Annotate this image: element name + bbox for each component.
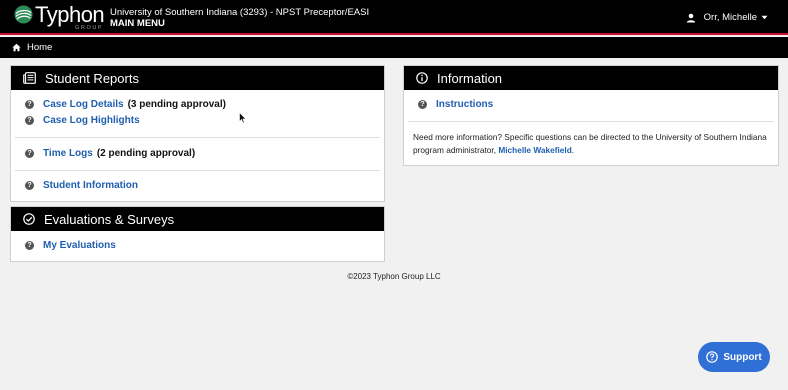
student-reports-header: Student Reports: [11, 66, 384, 90]
top-header: Typhon GROUP University of Southern Indi…: [0, 0, 788, 35]
home-link[interactable]: Home: [12, 42, 52, 53]
my-evaluations-link[interactable]: My Evaluations: [43, 240, 116, 251]
logo-subtext: GROUP: [75, 25, 104, 31]
list-item-time-logs: ? Time Logs (2 pending approval): [25, 148, 195, 159]
user-menu[interactable]: Orr, Michelle: [686, 12, 768, 23]
support-label: Support: [723, 351, 762, 363]
user-name: Orr, Michelle: [703, 12, 757, 23]
support-icon: [706, 351, 719, 363]
question-icon[interactable]: ?: [25, 241, 34, 250]
pending-approval-note: (2 pending approval): [96, 148, 196, 159]
question-icon[interactable]: ?: [25, 116, 34, 125]
home-icon: [12, 43, 21, 52]
divider: [15, 137, 380, 138]
breadcrumb: Home: [0, 37, 788, 58]
list-item-instructions: ? Instructions: [418, 99, 493, 110]
pending-approval-note: (3 pending approval): [127, 99, 226, 110]
logo-text: Typhon: [35, 2, 105, 27]
panel-title: Student Reports: [45, 70, 139, 86]
typhon-logo-icon: [14, 5, 33, 24]
information-header: Information: [404, 66, 778, 90]
divider: [408, 121, 774, 122]
panel-title: Information: [437, 70, 503, 86]
info-text: Need more information? Specific question…: [413, 131, 773, 156]
support-button[interactable]: Support: [698, 342, 770, 372]
question-icon[interactable]: ?: [25, 149, 34, 158]
list-item-student-information: ? Student Information: [25, 180, 138, 191]
info-text-end: .: [571, 144, 575, 155]
mouse-cursor-icon: [239, 112, 247, 124]
institution-info: University of Southern Indiana (3293) - …: [110, 7, 369, 29]
user-icon: [686, 13, 695, 22]
instructions-link[interactable]: Instructions: [436, 99, 493, 110]
typhon-logo[interactable]: Typhon GROUP: [14, 2, 105, 32]
institution-name: University of Southern Indiana (3293) - …: [110, 7, 370, 18]
time-logs-link[interactable]: Time Logs: [43, 148, 93, 159]
list-item-my-evaluations: ? My Evaluations: [25, 240, 116, 251]
info-text-body: Need more information? Specific question…: [413, 132, 767, 155]
student-information-link[interactable]: Student Information: [43, 180, 138, 191]
student-reports-panel: Student Reports ? Case Log Details (3 pe…: [10, 65, 385, 202]
footer-copyright: ©2023 Typhon Group LLC: [347, 272, 441, 281]
evaluations-panel: Evaluations & Surveys ? My Evaluations: [10, 206, 385, 262]
information-panel: Information ? Instructions Need more inf…: [403, 65, 779, 166]
case-log-details-link[interactable]: Case Log Details: [43, 99, 124, 110]
info-icon: [416, 72, 428, 84]
evaluations-header: Evaluations & Surveys: [11, 207, 384, 231]
list-item-case-log-highlights: ? Case Log Highlights: [25, 115, 140, 126]
menu-title: MAIN MENU: [110, 18, 165, 29]
admin-contact-link[interactable]: Michelle Wakefield: [498, 145, 571, 155]
question-icon[interactable]: ?: [418, 100, 427, 109]
caret-down-icon: [761, 15, 768, 20]
home-label: Home: [27, 42, 53, 53]
check-circle-icon: [23, 213, 35, 225]
question-icon[interactable]: ?: [25, 100, 34, 109]
panel-title: Evaluations & Surveys: [44, 211, 175, 227]
divider: [15, 170, 380, 171]
report-icon: [23, 72, 36, 84]
question-icon[interactable]: ?: [25, 181, 34, 190]
list-item-case-log-details: ? Case Log Details (3 pending approval): [25, 99, 226, 110]
case-log-highlights-link[interactable]: Case Log Highlights: [43, 115, 140, 126]
